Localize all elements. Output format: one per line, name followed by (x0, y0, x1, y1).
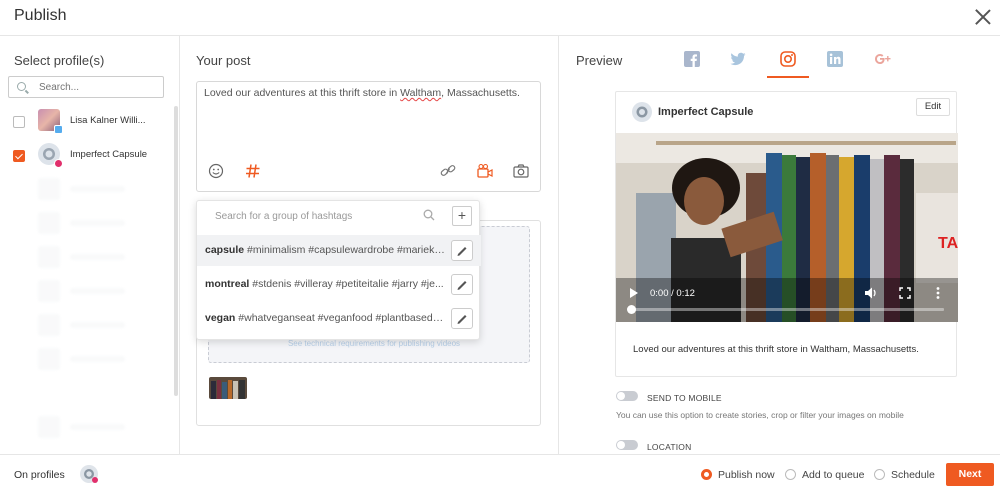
publish-now-label[interactable]: Publish now (718, 469, 775, 481)
hashtag-group-tags: #stdenis #villeray #petiteitalie #jarry … (252, 278, 444, 290)
dialog-title: Publish (14, 7, 67, 24)
publish-now-radio[interactable] (701, 469, 712, 480)
dialog-footer: On profiles Publish now Add to queue Sch… (0, 454, 1000, 488)
hashtag-group-row[interactable]: montreal #stdenis #villeray #petiteitali… (197, 269, 481, 300)
google-plus-icon (875, 54, 891, 64)
pencil-icon (457, 247, 467, 256)
profile-checkbox[interactable] (13, 150, 25, 162)
profile-search[interactable] (8, 76, 164, 98)
add-to-queue-radio[interactable] (785, 469, 796, 480)
account-name: Imperfect Capsule (658, 106, 754, 118)
hashtag-group-row[interactable]: vegan #whatveganseat #veganfood #plantba… (197, 303, 481, 334)
instagram-preview-card: Imperfect Capsule Edit TA 0:00 / 0:12 Lo… (615, 91, 958, 377)
search-icon (423, 209, 435, 221)
link-icon[interactable] (439, 163, 457, 179)
volume-icon[interactable] (864, 286, 878, 300)
post-panel: Your post Loved our adventures at this t… (180, 36, 559, 454)
edit-group-button[interactable] (451, 240, 473, 261)
send-to-mobile-toggle[interactable] (616, 391, 638, 401)
capsule-logo-icon (636, 106, 648, 118)
video-icon[interactable] (476, 163, 494, 179)
add-hashtag-group-button[interactable]: + (452, 206, 472, 226)
profiles-title: Select profile(s) (14, 53, 105, 68)
emoji-icon[interactable] (207, 163, 225, 179)
video-progress-track[interactable] (630, 308, 944, 311)
ghost-profile (38, 348, 138, 370)
video-progress-handle[interactable] (627, 305, 636, 314)
hashtag-search-input[interactable]: Search for a group of hashtags (215, 211, 352, 222)
capsule-logo-icon (84, 469, 98, 483)
ghost-profile (38, 280, 138, 302)
send-to-mobile-hint: You can use this option to create storie… (616, 410, 904, 420)
play-icon[interactable] (629, 287, 639, 299)
profile-item-imperfect-capsule[interactable]: Imperfect Capsule (10, 142, 170, 170)
preview-title: Preview (576, 53, 623, 68)
preview-panel: Preview Imperfect Capsule Edit TA 0:00 /… (559, 36, 1000, 454)
on-profiles-label: On profiles (14, 469, 65, 481)
schedule-radio[interactable] (874, 469, 885, 480)
avatar (38, 109, 63, 134)
add-to-queue-label[interactable]: Add to queue (802, 469, 864, 481)
hashtag-group-tags: #minimalism #capsulewardrobe #marieko... (247, 244, 445, 256)
ghost-profile (38, 246, 138, 268)
hashtag-group-name: montreal (205, 278, 250, 290)
tab-google-plus[interactable] (861, 48, 903, 78)
profiles-panel: Select profile(s) Lisa Kalner Willi... I… (0, 36, 180, 454)
svg-text:TA: TA (938, 235, 958, 252)
dialog-header: Publish (0, 0, 1000, 36)
pencil-icon (457, 315, 467, 324)
avatar (38, 143, 63, 168)
pencil-icon (457, 281, 467, 290)
next-button[interactable]: Next (946, 463, 994, 486)
tab-facebook[interactable] (671, 48, 713, 78)
publish-dialog: Publish Select profile(s) Lisa Kalner Wi… (0, 0, 1000, 488)
video-time: 0:00 / 0:12 (650, 288, 695, 299)
video-player[interactable]: TA 0:00 / 0:12 (616, 133, 958, 322)
hashtag-group-name: vegan (205, 312, 236, 324)
schedule-label[interactable]: Schedule (891, 469, 935, 481)
location-toggle[interactable] (616, 440, 638, 450)
tab-linkedin[interactable] (814, 48, 856, 78)
profile-search-input[interactable] (39, 80, 159, 95)
tab-instagram[interactable] (767, 48, 809, 78)
edit-preview-button[interactable]: Edit (916, 98, 950, 116)
preview-caption: Loved our adventures at this thrift stor… (633, 344, 919, 355)
hashtag-group-tags: #whatveganseat #veganfood #plantbased #.… (238, 312, 445, 324)
ghost-profile (38, 314, 138, 336)
media-thumbnail[interactable] (209, 377, 247, 399)
profile-checkbox[interactable] (13, 116, 25, 128)
selected-profile-avatar (80, 465, 98, 483)
linkedin-icon (827, 51, 843, 67)
close-icon[interactable] (972, 6, 994, 28)
profile-name: Lisa Kalner Willi... (70, 115, 146, 126)
hashtag-group-name: capsule (205, 244, 245, 256)
facebook-icon (684, 51, 700, 67)
send-to-mobile-label: SEND TO MOBILE (647, 393, 722, 403)
ghost-profile (38, 178, 138, 200)
edit-group-button[interactable] (451, 308, 473, 329)
profiles-scrollbar[interactable] (174, 106, 178, 396)
instagram-badge-icon (54, 159, 63, 168)
tab-twitter[interactable] (717, 48, 759, 78)
ghost-profile (38, 416, 138, 438)
hashtag-icon[interactable] (244, 163, 262, 179)
tech-requirements-link[interactable]: See technical requirements for publishin… (269, 339, 479, 348)
camera-icon[interactable] (512, 163, 530, 179)
profile-item-lisa[interactable]: Lisa Kalner Willi... (10, 108, 170, 136)
twitter-badge-icon (54, 125, 63, 134)
profile-name: Imperfect Capsule (70, 149, 148, 160)
twitter-icon (730, 52, 746, 66)
avatar (632, 102, 652, 122)
ghost-profile (38, 212, 138, 234)
search-icon (17, 82, 26, 91)
more-options-icon[interactable] (934, 286, 942, 300)
fullscreen-icon[interactable] (898, 286, 912, 300)
post-text[interactable]: Loved our adventures at this thrift stor… (204, 87, 520, 99)
location-label: LOCATION (647, 442, 692, 452)
edit-group-button[interactable] (451, 274, 473, 295)
post-title: Your post (196, 53, 251, 68)
hashtag-group-row[interactable]: capsule #minimalism #capsulewardrobe #ma… (197, 235, 481, 266)
instagram-icon (780, 51, 796, 67)
hashtag-groups-popup: Search for a group of hashtags + capsule… (196, 200, 481, 340)
